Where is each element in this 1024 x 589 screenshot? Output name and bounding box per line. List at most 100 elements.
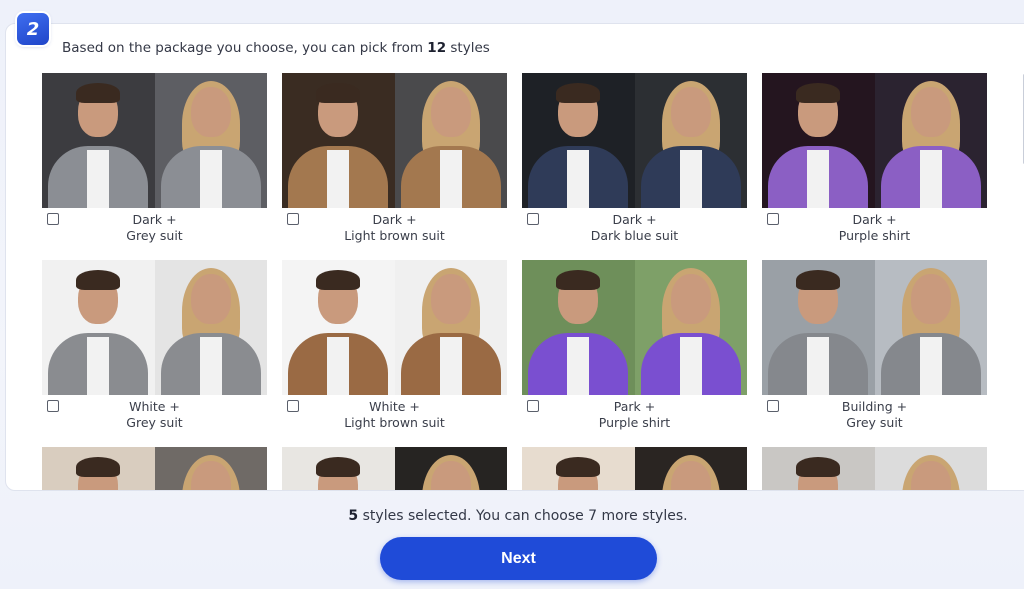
style-grid: Dark + Grey suit Dark + Light brown suit Dar… (42, 73, 987, 490)
style-checkbox[interactable] (47, 400, 59, 412)
styles-card: Based on the package you choose, you can… (5, 23, 1024, 491)
male-portrait (762, 73, 875, 208)
style-checkbox[interactable] (527, 400, 539, 412)
style-photo[interactable] (282, 447, 507, 490)
style-photo[interactable] (42, 260, 267, 395)
style-photo[interactable] (282, 260, 507, 395)
style-label-line2: Dark blue suit (590, 228, 679, 243)
style-label-line2: Light brown suit (344, 228, 445, 243)
style-caption: Dark + Purple shirt (762, 208, 987, 244)
style-photo[interactable] (42, 73, 267, 208)
face-shape (910, 87, 951, 137)
style-label-line2: Grey suit (846, 415, 903, 430)
female-portrait (874, 447, 987, 490)
style-label-line1: Building + (841, 399, 908, 414)
style-caption: White + Grey suit (42, 395, 267, 431)
shirt-shape (679, 150, 702, 208)
style-tile[interactable] (762, 447, 987, 490)
style-tile[interactable]: White + Light brown suit (282, 260, 507, 431)
shirt-shape (439, 337, 462, 395)
hair-shape (76, 457, 121, 477)
female-portrait (874, 73, 987, 208)
shirt-shape (439, 150, 462, 208)
shirt-shape (87, 150, 110, 208)
style-caption: Building + Grey suit (762, 395, 987, 431)
style-label-line1: Park + (613, 399, 656, 414)
female-portrait (394, 73, 507, 208)
style-tile[interactable]: White + Grey suit (42, 260, 267, 431)
intro-text: Based on the package you choose, you can… (62, 40, 490, 56)
male-portrait (42, 73, 155, 208)
shirt-shape (567, 150, 590, 208)
hair-shape (316, 457, 361, 477)
style-tile[interactable] (282, 447, 507, 490)
style-tile[interactable]: Dark + Light brown suit (282, 73, 507, 244)
shirt-shape (87, 337, 110, 395)
hair-shape (316, 83, 361, 103)
style-label: Building + Grey suit (779, 399, 970, 431)
male-portrait (282, 73, 395, 208)
style-label: White + Light brown suit (299, 399, 490, 431)
style-photo[interactable] (282, 73, 507, 208)
intro-prefix: Based on the package you choose, you can… (62, 40, 423, 56)
style-tile[interactable]: Dark + Purple shirt (762, 73, 987, 244)
style-label-line1: Dark + (372, 212, 417, 227)
style-caption: Dark + Dark blue suit (522, 208, 747, 244)
next-button[interactable]: Next (380, 537, 657, 580)
hair-shape (556, 270, 601, 290)
hair-shape (76, 83, 121, 103)
style-tile[interactable]: Building + Grey suit (762, 260, 987, 431)
style-label-line1: White + (369, 399, 420, 414)
style-label: White + Grey suit (59, 399, 250, 431)
shirt-shape (919, 150, 942, 208)
style-label-line1: Dark + (612, 212, 657, 227)
style-checkbox[interactable] (47, 213, 59, 225)
male-portrait (282, 260, 395, 395)
hair-shape (796, 457, 841, 477)
style-checkbox[interactable] (767, 400, 779, 412)
shirt-shape (807, 337, 830, 395)
style-label: Dark + Grey suit (59, 212, 250, 244)
female-portrait (394, 447, 507, 490)
male-portrait (762, 260, 875, 395)
male-portrait (522, 260, 635, 395)
male-portrait (42, 260, 155, 395)
shirt-shape (327, 337, 350, 395)
female-portrait (154, 260, 267, 395)
style-label: Park + Purple shirt (539, 399, 730, 431)
style-label-line2: Grey suit (126, 228, 183, 243)
female-portrait (634, 73, 747, 208)
style-label: Dark + Dark blue suit (539, 212, 730, 244)
style-tile[interactable]: Dark + Grey suit (42, 73, 267, 244)
style-photo[interactable] (762, 447, 987, 490)
face-shape (430, 274, 471, 324)
style-tile[interactable]: Park + Purple shirt (522, 260, 747, 431)
step-number-badge: 2 (17, 13, 49, 45)
hair-shape (796, 83, 841, 103)
style-label-line1: White + (129, 399, 180, 414)
style-checkbox[interactable] (287, 213, 299, 225)
style-checkbox[interactable] (527, 213, 539, 225)
style-checkbox[interactable] (287, 400, 299, 412)
style-tile[interactable] (42, 447, 267, 490)
male-portrait (522, 73, 635, 208)
shirt-shape (807, 150, 830, 208)
face-shape (430, 87, 471, 137)
style-photo[interactable] (522, 447, 747, 490)
style-checkbox[interactable] (767, 213, 779, 225)
female-portrait (394, 260, 507, 395)
face-shape (670, 274, 711, 324)
shirt-shape (199, 150, 222, 208)
style-photo[interactable] (522, 260, 747, 395)
female-portrait (634, 260, 747, 395)
style-photo[interactable] (762, 260, 987, 395)
style-tile[interactable] (522, 447, 747, 490)
style-photo[interactable] (522, 73, 747, 208)
male-portrait (522, 447, 635, 490)
style-tile[interactable]: Dark + Dark blue suit (522, 73, 747, 244)
style-label: Dark + Purple shirt (779, 212, 970, 244)
style-label: Dark + Light brown suit (299, 212, 490, 244)
female-portrait (874, 260, 987, 395)
style-photo[interactable] (42, 447, 267, 490)
style-photo[interactable] (762, 73, 987, 208)
